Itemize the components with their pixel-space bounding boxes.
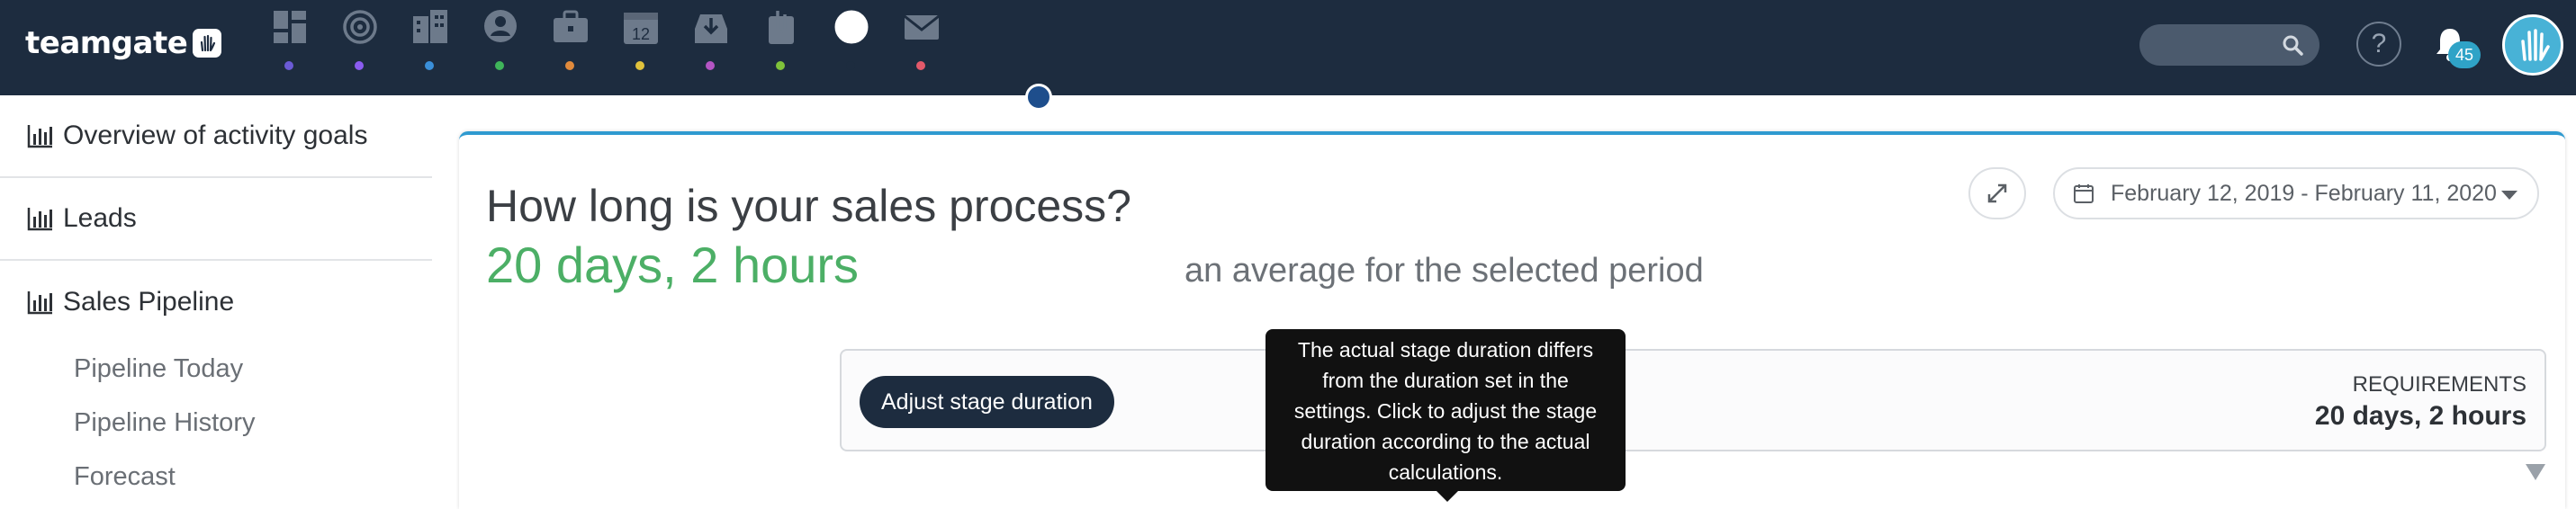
- hand-logo-icon: [2521, 29, 2550, 61]
- nav-dashboard[interactable]: [254, 0, 324, 95]
- user-avatar[interactable]: [2502, 14, 2563, 76]
- deals-briefcase-icon: [551, 7, 590, 47]
- sidebar-subitem-forecast[interactable]: Forecast: [74, 462, 176, 492]
- calendar-icon: [2074, 184, 2094, 203]
- nav-indicator-dot: [355, 61, 364, 70]
- chevron-down-icon: [2501, 191, 2517, 200]
- logo-hand-icon: [193, 29, 222, 58]
- calendar-icon: 12: [621, 7, 661, 47]
- nav-indicator-dot: [846, 61, 855, 70]
- nav-mail[interactable]: [886, 0, 956, 95]
- date-range-picker[interactable]: February 12, 2019 - February 11, 2020: [2053, 167, 2539, 219]
- nav-indicator-dot: [635, 61, 644, 70]
- inbox-download-icon: [691, 7, 731, 47]
- report-title: How long is your sales process?: [486, 181, 1131, 231]
- expand-arrows-icon: [1987, 183, 2007, 203]
- sidebar-item-sales-pipeline[interactable]: Sales Pipeline: [0, 261, 432, 344]
- nav-indicator-dot: [706, 61, 715, 70]
- nav-indicator-dot: [565, 61, 574, 70]
- average-duration-value: 20 days, 2 hours: [486, 237, 860, 293]
- bar-chart-icon: [27, 208, 52, 231]
- nav-indicator-dot: [776, 61, 785, 70]
- nav-companies[interactable]: [394, 0, 464, 95]
- expand-button[interactable]: [1968, 167, 2026, 219]
- sidebar-item-leads[interactable]: Leads: [0, 178, 432, 261]
- nav-indicator-dot: [495, 61, 504, 70]
- sidebar-item-label: Sales Pipeline: [63, 287, 235, 317]
- requirements-label: REQUIREMENTS: [2352, 372, 2526, 397]
- nav-deals[interactable]: [535, 0, 605, 95]
- nav-calendar[interactable]: 12: [605, 0, 675, 95]
- nav-contacts[interactable]: [464, 0, 535, 95]
- active-nav-pointer: [1025, 84, 1052, 111]
- average-duration-note: an average for the selected period: [1184, 252, 1704, 290]
- teamgate-logo[interactable]: teamgate: [25, 22, 222, 65]
- adjust-duration-tooltip: The actual stage duration differs from t…: [1265, 329, 1626, 502]
- bar-chart-icon: [27, 291, 52, 315]
- search-icon: [2283, 35, 2303, 56]
- sales-process-report-panel: How long is your sales process? 20 days,…: [459, 131, 2565, 509]
- top-navigation-bar: teamgate 12 ? 45: [0, 0, 2576, 111]
- help-button[interactable]: ?: [2356, 22, 2401, 67]
- nav-inbox[interactable]: [675, 0, 745, 95]
- sidebar-item-activity-goals[interactable]: Overview of activity goals: [0, 95, 432, 178]
- contacts-icon: [481, 7, 520, 47]
- reports-sidebar: Overview of activity goals Leads Sales P…: [0, 95, 432, 493]
- search-input[interactable]: [2139, 24, 2319, 66]
- nav-files[interactable]: [745, 0, 815, 95]
- requirements-value: 20 days, 2 hours: [2314, 401, 2526, 431]
- stage-requirements-box: Adjust stage duration REQUIREMENTS 20 da…: [840, 349, 2546, 451]
- reports-pie-icon: [832, 7, 871, 47]
- target-icon: [340, 7, 380, 47]
- date-range-text: February 12, 2019 - February 11, 2020: [2111, 180, 2497, 206]
- sidebar-item-label: Leads: [63, 203, 137, 233]
- notification-count-badge: 45: [2448, 41, 2481, 68]
- sidebar-subitem-pipeline-history[interactable]: Pipeline History: [74, 408, 255, 438]
- main-nav: 12: [254, 0, 956, 95]
- calendar-day-number: 12: [632, 25, 650, 43]
- adjust-stage-duration-button[interactable]: Adjust stage duration: [860, 376, 1114, 428]
- nav-indicator-dot: [425, 61, 434, 70]
- sidebar-item-label: Overview of activity goals: [63, 121, 368, 150]
- nav-reports[interactable]: [815, 0, 886, 95]
- sidebar-subitem-pipeline-today[interactable]: Pipeline Today: [74, 354, 243, 384]
- dashboard-icon: [270, 7, 310, 47]
- mail-icon: [902, 7, 941, 47]
- companies-icon: [410, 7, 450, 47]
- nav-goals[interactable]: [324, 0, 394, 95]
- attachment-icon: [761, 7, 801, 47]
- bar-chart-icon: [27, 125, 52, 148]
- nav-indicator-dot: [916, 61, 925, 70]
- logo-text: teamgate: [25, 25, 188, 61]
- scroll-down-arrow-icon[interactable]: [2526, 464, 2545, 480]
- nav-indicator-dot: [284, 61, 293, 70]
